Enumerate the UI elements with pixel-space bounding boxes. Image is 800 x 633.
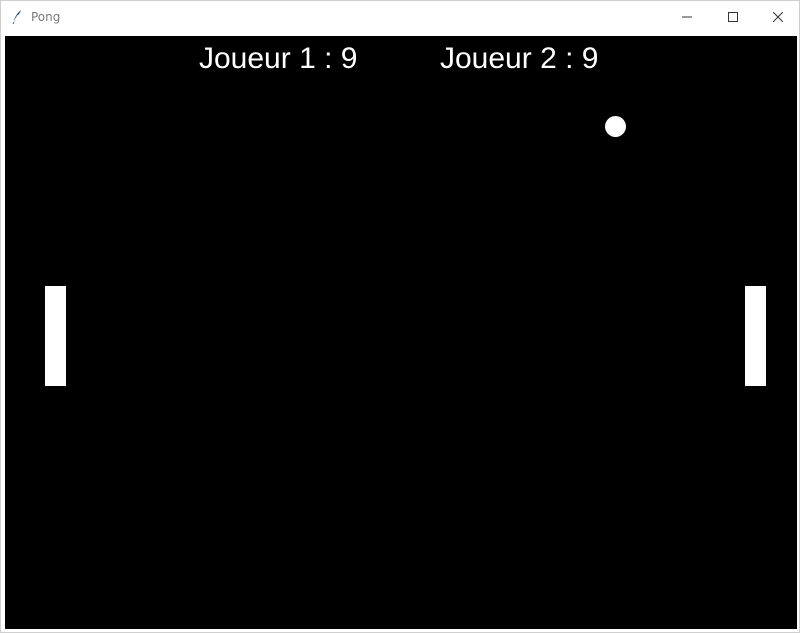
right-paddle bbox=[745, 286, 766, 386]
close-button[interactable] bbox=[755, 1, 800, 33]
game-canvas[interactable]: Joueur 1 : 9 Joueur 2 : 9 bbox=[5, 36, 797, 629]
maximize-button[interactable] bbox=[710, 1, 756, 33]
minimize-icon bbox=[682, 12, 692, 22]
minimize-button[interactable] bbox=[664, 1, 710, 33]
maximize-icon bbox=[728, 12, 738, 22]
close-icon bbox=[773, 12, 783, 22]
app-window: Pong Joueur 1 : 9 Joueur 2 : 9 bbox=[0, 0, 800, 633]
player2-score: Joueur 2 : 9 bbox=[440, 42, 599, 75]
ball bbox=[605, 116, 626, 137]
player1-score: Joueur 1 : 9 bbox=[199, 42, 358, 75]
title-bar[interactable]: Pong bbox=[1, 1, 799, 33]
left-paddle bbox=[45, 286, 66, 386]
feather-icon bbox=[11, 9, 23, 25]
window-title: Pong bbox=[31, 10, 61, 24]
